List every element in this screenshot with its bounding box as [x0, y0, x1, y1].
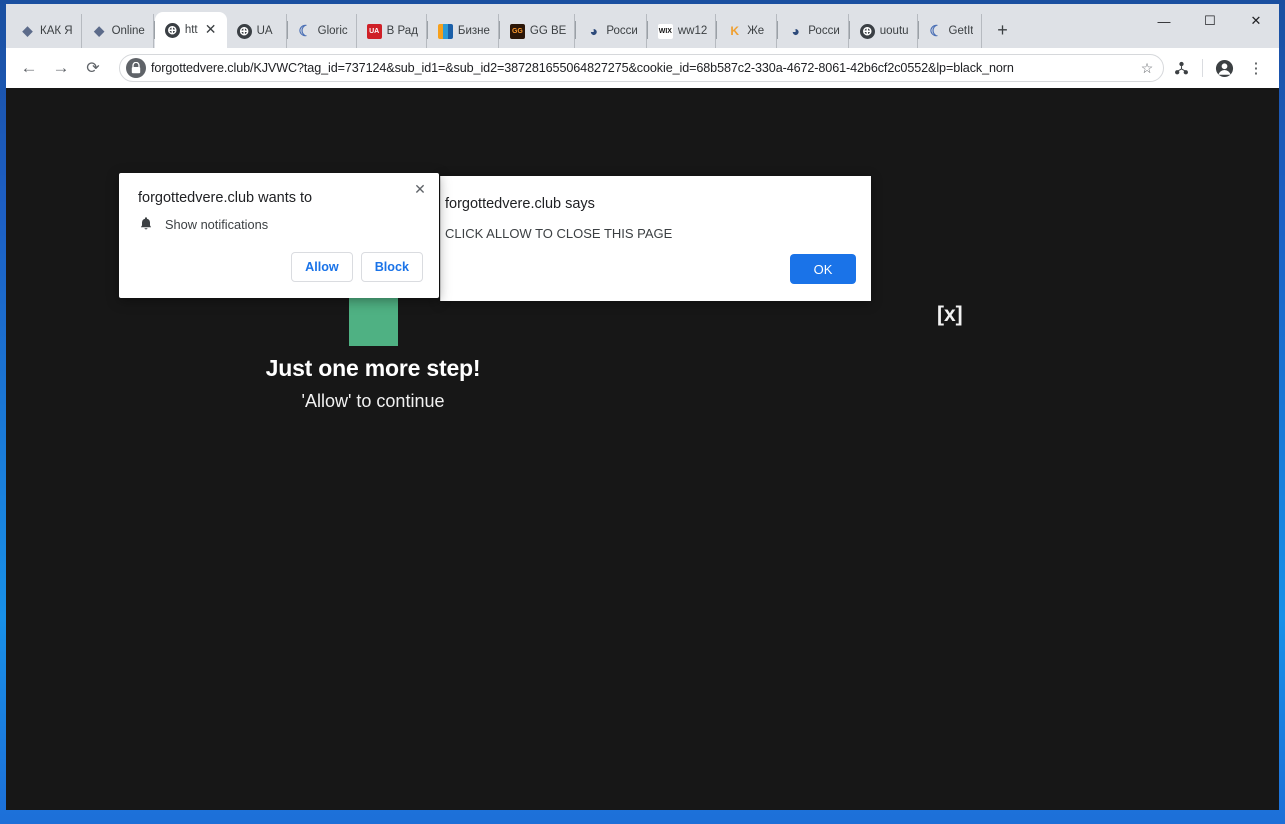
close-icon[interactable]: ✕: [410, 179, 430, 199]
back-icon[interactable]: ←: [14, 53, 44, 83]
close-window-button[interactable]: ✕: [1233, 5, 1279, 37]
bell-icon: [138, 216, 154, 232]
moon-icon: ☾: [929, 23, 943, 39]
browser-tab[interactable]: K Же: [717, 14, 778, 48]
alert-title: forgottedvere.club says: [445, 196, 595, 212]
tab-title: Online: [111, 25, 145, 37]
tab-title: UA: [256, 25, 273, 37]
gg-logo-icon: GG: [509, 23, 525, 39]
tab-strip: ◆ КАК Я ◆ Online ⊕ htt ✕ ⊕ UA ☾ Gloric UA В Рад Бизне…: [6, 4, 1279, 48]
page-headline: Just one more step!: [265, 355, 481, 381]
tab-title: GG BE: [529, 25, 567, 37]
shell-icon: ◕: [589, 23, 599, 39]
browser-tab[interactable]: ☾ Gloric: [288, 14, 357, 48]
moon-icon: ☾: [298, 23, 312, 39]
bookmark-star-icon[interactable]: ☆: [1135, 60, 1159, 77]
new-tab-button[interactable]: +: [988, 17, 1016, 45]
bar-chart-icon: [437, 23, 453, 39]
maximize-button[interactable]: ☐: [1187, 5, 1233, 37]
window-controls: — ☐ ✕: [1141, 4, 1279, 38]
tab-title: ww12: [677, 25, 708, 37]
dot-icon: ◆: [22, 23, 33, 38]
tab-title: uoutu: [879, 25, 909, 37]
browser-tab[interactable]: Бизне: [428, 14, 499, 48]
wix-logo-icon: WIX: [657, 23, 673, 39]
globe-icon: ⊕: [164, 22, 180, 38]
lock-icon: [126, 58, 146, 78]
forward-icon[interactable]: →: [46, 53, 76, 83]
telegram-icon: K: [730, 23, 740, 38]
tab-title: Росси: [808, 25, 840, 37]
reload-icon[interactable]: ⟳: [78, 53, 108, 83]
allow-button[interactable]: Allow: [291, 252, 353, 282]
toolbar-divider: [1202, 59, 1203, 77]
profile-avatar-icon[interactable]: [1209, 53, 1239, 83]
tab-title: Бизне: [457, 25, 490, 37]
browser-toolbar: ← → ⟳ forgottedvere.club/KJVWC?tag_id=73…: [6, 48, 1279, 88]
tab-title: GetIt: [948, 25, 974, 37]
browser-tab[interactable]: ◕ Росси: [576, 14, 647, 48]
tab-title: Же: [747, 25, 765, 37]
browser-tab[interactable]: ⊕ uoutu: [850, 14, 918, 48]
notification-permission-dialog: ✕ forgottedvere.club wants to Show notif…: [119, 173, 439, 298]
tab-title: КАК Я: [40, 25, 73, 37]
browser-tab[interactable]: GG GG BE: [500, 14, 576, 48]
page-close-marker[interactable]: [x]: [937, 303, 963, 327]
browser-tab[interactable]: ⊕ htt ✕: [154, 12, 227, 48]
permission-buttons: Allow Block: [291, 252, 423, 282]
browser-tab[interactable]: ⊕ UA: [227, 14, 287, 48]
shell-icon: ◕: [791, 23, 800, 39]
alert-message: CLICK ALLOW TO CLOSE THIS PAGE: [445, 226, 673, 241]
tab-title: Gloric: [317, 25, 348, 37]
alert-ok-button[interactable]: OK: [790, 254, 856, 284]
tab-title: В Рад: [386, 25, 418, 37]
block-button[interactable]: Block: [360, 252, 423, 282]
page-subline: 'Allow' to continue: [301, 391, 445, 411]
extensions-icon[interactable]: [1166, 53, 1196, 83]
chrome-menu-icon[interactable]: ⋮: [1241, 53, 1271, 83]
address-bar[interactable]: forgottedvere.club/KJVWC?tag_id=737124&s…: [119, 54, 1164, 82]
tab-title: Росси: [606, 25, 638, 37]
tab-list: ◆ КАК Я ◆ Online ⊕ htt ✕ ⊕ UA ☾ Gloric UA В Рад Бизне…: [6, 4, 983, 48]
browser-tab[interactable]: ◆ Online: [82, 14, 154, 48]
tab-close-icon[interactable]: ✕: [203, 22, 219, 38]
browser-tab[interactable]: ◕ Росси: [778, 14, 849, 48]
browser-tab[interactable]: UA В Рад: [357, 14, 427, 48]
javascript-alert-dialog: forgottedvere.club says CLICK ALLOW TO C…: [440, 176, 871, 301]
browser-tab[interactable]: WIX ww12: [648, 14, 717, 48]
globe-icon: ⊕: [859, 23, 875, 39]
browser-tab[interactable]: ☾ GetIt: [919, 14, 983, 48]
permission-label: Show notifications: [165, 216, 269, 232]
ua-flag-icon: UA: [366, 23, 382, 39]
tab-title: htt: [184, 24, 198, 36]
browser-window: ◆ КАК Я ◆ Online ⊕ htt ✕ ⊕ UA ☾ Gloric UA В Рад Бизне…: [0, 0, 1285, 824]
page-viewport: Just one more step! 'Allow' to continue …: [6, 88, 1279, 810]
permission-row: Show notifications: [138, 216, 268, 232]
browser-tab[interactable]: ◆ КАК Я: [10, 14, 82, 48]
dot-icon: ◆: [94, 23, 105, 38]
globe-icon: ⊕: [236, 23, 252, 39]
minimize-button[interactable]: —: [1141, 5, 1187, 37]
url-text: forgottedvere.club/KJVWC?tag_id=737124&s…: [151, 61, 1014, 75]
permission-dialog-title: forgottedvere.club wants to: [138, 190, 313, 206]
